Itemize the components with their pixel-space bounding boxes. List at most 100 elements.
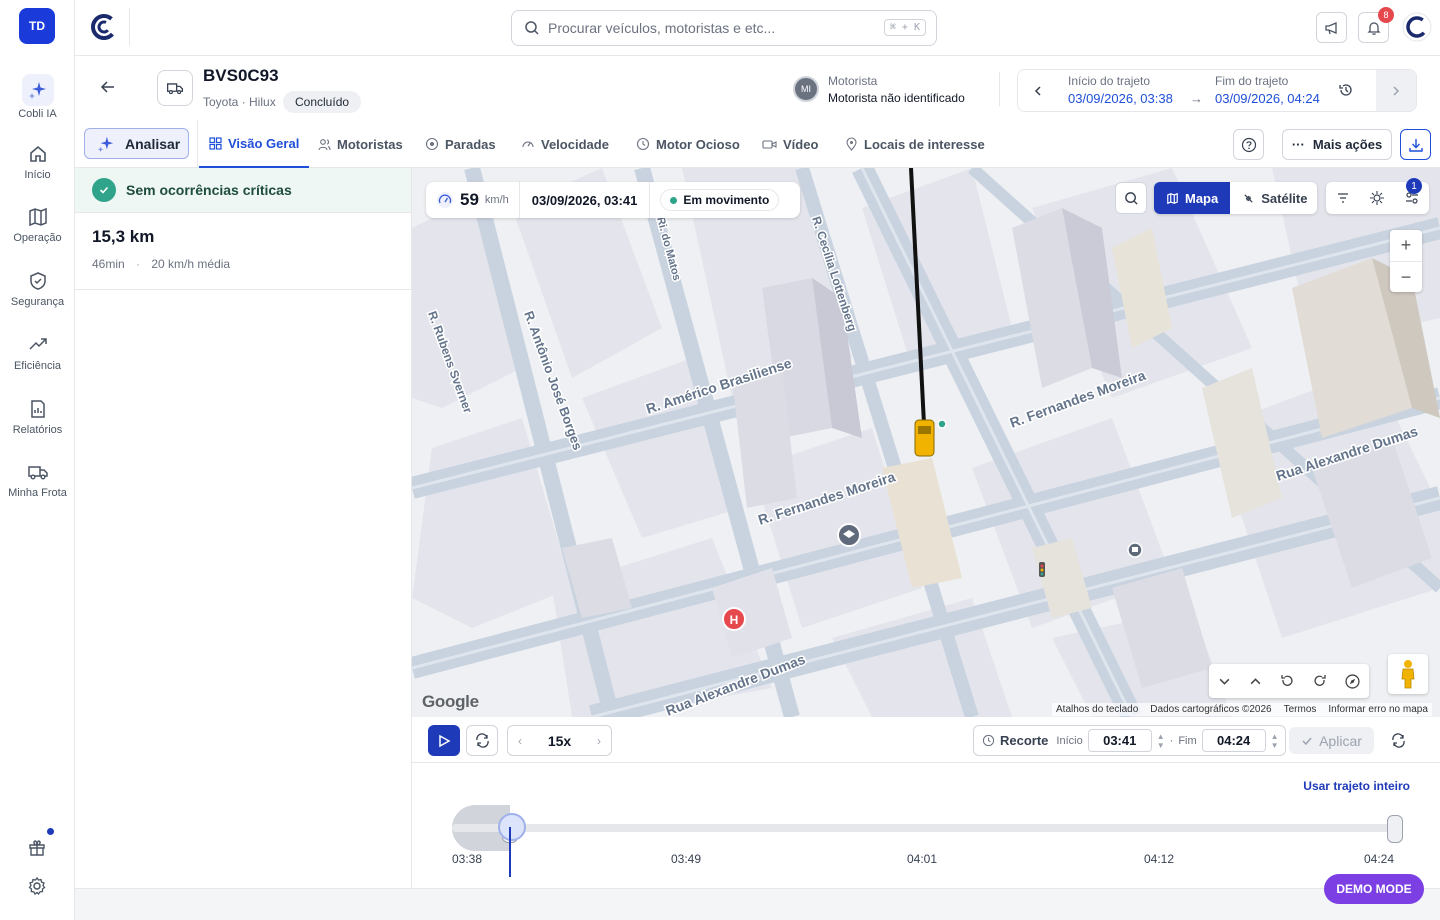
tab-motor-ocioso[interactable]: Motor Ocioso [636,120,740,168]
home-icon [29,145,46,162]
trip-summary-panel: Sem ocorrências críticas 15,3 km 46min ·… [75,168,412,888]
left-rail: TD Cobli IA Início Operação Segurança Ef… [0,0,75,920]
street-view-pegman-icon[interactable] [1388,654,1428,694]
rail-item-cobli-ia[interactable]: Cobli IA [0,74,75,120]
trip-header: BVS0C93 Toyota · Hilux Concluído MI Moto… [75,56,1440,120]
playback-speed-selector[interactable]: ‹ 15x › [507,725,612,756]
report-icon [30,400,45,418]
terms-link[interactable]: Termos [1284,704,1317,715]
zoom-out-button[interactable]: − [1390,261,1422,292]
trip-average-speed: 20 km/h média [151,257,231,271]
bell-icon [1366,21,1381,35]
trim-start-stepper[interactable]: ▲ ▼ [1157,732,1165,750]
gift-dot [47,828,54,835]
cobli-logo-icon[interactable] [89,12,119,42]
notifications-button[interactable]: 8 [1358,7,1394,43]
next-trip-button[interactable] [1376,70,1416,111]
rail-item-inicio[interactable]: Início [0,143,75,181]
use-whole-trip-link[interactable]: Usar trajeto inteiro [1303,779,1410,793]
trip-map[interactable]: R. Américo Brasiliense R. Fernandes More… [412,168,1440,717]
hospital-poi-icon[interactable]: H [722,607,746,631]
trim-end-label: Fim [1178,734,1197,747]
rotate-right-icon[interactable] [1313,674,1327,688]
map-canvas[interactable]: R. Américo Brasiliense R. Fernandes More… [412,168,1440,717]
demo-mode-badge[interactable]: DEMO MODE [1324,874,1424,904]
bus-stop-icon[interactable] [1127,542,1143,558]
gift-button[interactable] [26,828,54,861]
compass-icon[interactable] [1345,673,1360,689]
rail-item-seguranca[interactable]: Segurança [0,270,75,308]
tab-velocidade[interactable]: Velocidade [521,120,609,168]
filter-icon[interactable] [1336,191,1350,205]
rail-item-relatorios[interactable]: Relatórios [0,398,75,436]
trim-end-handle[interactable] [1387,815,1403,843]
rail-item-minha-frota[interactable]: Minha Frota [0,461,75,499]
help-icon [1241,137,1256,152]
grid-icon [209,136,222,150]
announcements-button[interactable] [1316,12,1347,43]
trim-label: Recorte [1000,733,1049,748]
chevron-left-icon [1034,85,1041,96]
zoom-in-button[interactable]: + [1390,230,1422,261]
more-actions-button[interactable]: ··· Mais ações [1282,129,1392,160]
trim-end-stepper[interactable]: ▲ ▼ [1271,732,1279,750]
help-button[interactable] [1233,129,1264,160]
settings-button[interactable] [26,875,48,900]
trip-start-value: 03/09/2026, 03:38 [1068,91,1173,106]
reset-trim-button[interactable] [1382,725,1414,756]
tab-label: Velocidade [541,136,609,152]
trim-end-input[interactable]: 04:24 [1201,729,1266,752]
chevron-up-icon[interactable] [1249,675,1262,688]
apply-label: Aplicar [1319,732,1362,749]
school-poi-icon[interactable] [837,523,861,547]
history-icon[interactable] [1338,82,1354,98]
playback-status-box: 59 km/h 03/09/2026, 03:41 Em movimento [426,182,800,218]
sparkle-icon [21,74,54,106]
apply-trim-button[interactable]: Aplicar [1289,727,1374,754]
user-avatar[interactable]: TD [19,8,55,44]
tab-motoristas[interactable]: Motoristas [318,120,403,168]
divider [197,120,198,168]
account-logo-icon[interactable] [1402,12,1432,42]
global-search[interactable]: ⌘ + K [511,10,937,46]
rail-item-eficiencia[interactable]: Eficiência [0,334,75,372]
driver-avatar: MI [793,76,819,102]
chevron-left-icon[interactable]: ‹ [518,734,522,748]
traffic-layer-icon[interactable] [1369,190,1385,206]
map-type-satellite[interactable]: Satélite [1230,182,1319,214]
rail-item-operacao[interactable]: Operação [0,206,75,244]
map-search-button[interactable] [1115,182,1147,214]
trim-start-input[interactable]: 03:41 [1087,729,1152,752]
timeline-track[interactable] [452,824,1397,832]
search-input[interactable] [548,20,878,36]
repeat-icon [475,733,489,748]
users-icon [318,138,331,150]
speedometer-icon [437,192,453,208]
driver-name[interactable]: Motorista não identificado [828,91,965,105]
play-button[interactable] [428,725,460,756]
chevron-right-icon [1393,85,1400,96]
speed-unit: km/h [484,194,509,206]
report-error-link[interactable]: Informar erro no mapa [1328,704,1428,715]
rotate-left-icon[interactable] [1280,674,1294,688]
tab-visao-geral[interactable]: Visão Geral [199,120,310,168]
current-datetime: 03/09/2026, 03:41 [520,182,651,218]
keyboard-shortcuts-link[interactable]: Atalhos do teclado [1056,704,1138,715]
map-type-map[interactable]: Mapa [1154,182,1231,214]
back-arrow-icon[interactable] [99,78,117,96]
loop-button[interactable] [466,725,498,756]
rail-label: Eficiência [13,360,62,372]
tab-video[interactable]: Vídeo [762,120,818,168]
chevron-right-icon[interactable]: › [597,734,601,748]
playback-speed-value: 15x [547,732,572,749]
tab-locais-de-interesse[interactable]: Locais de interesse [845,120,985,168]
playhead-knob[interactable] [498,813,526,841]
analyze-button[interactable]: Analisar [84,128,189,159]
vehicle-marker[interactable] [914,419,935,457]
download-button[interactable] [1400,129,1431,160]
map-type-toggle: Mapa Satélite [1154,182,1317,214]
playhead-line [509,827,511,877]
previous-trip-button[interactable] [1018,70,1058,111]
tab-paradas[interactable]: Paradas [425,120,496,168]
chevron-down-icon[interactable] [1218,675,1231,688]
